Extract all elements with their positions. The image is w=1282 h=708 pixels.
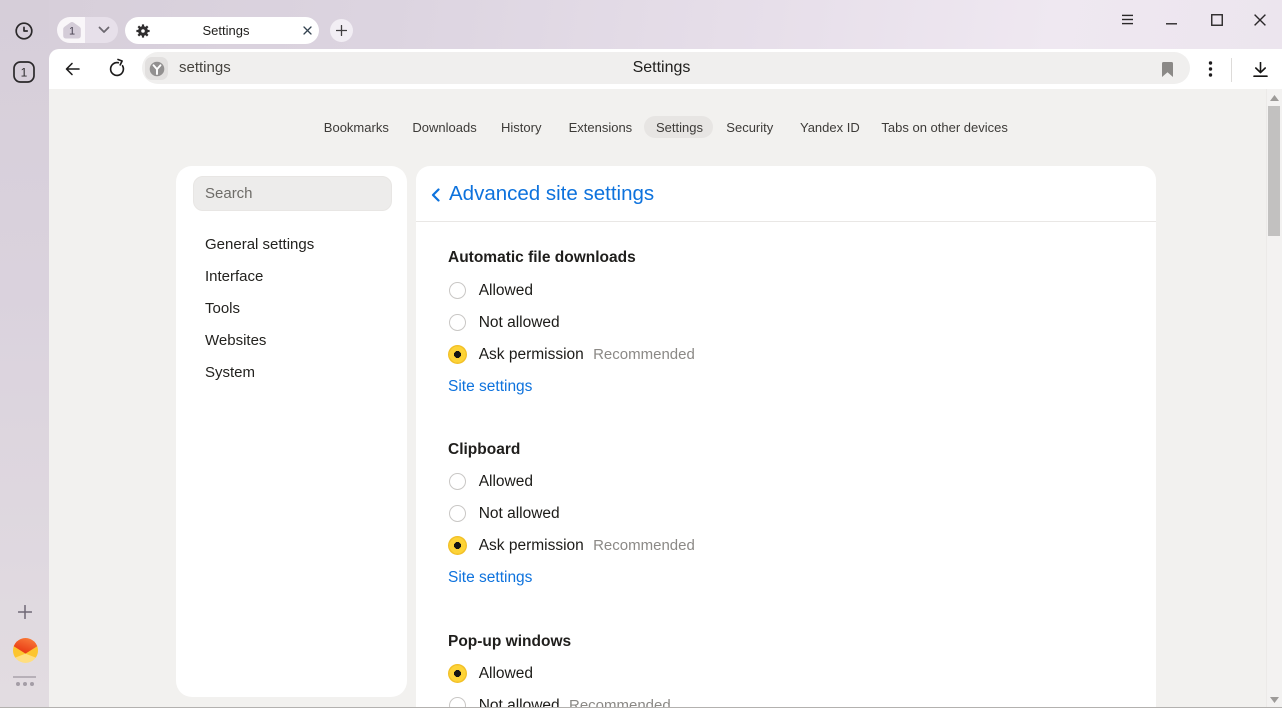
svg-text:1: 1 bbox=[68, 25, 74, 37]
svg-text:1: 1 bbox=[21, 65, 28, 79]
